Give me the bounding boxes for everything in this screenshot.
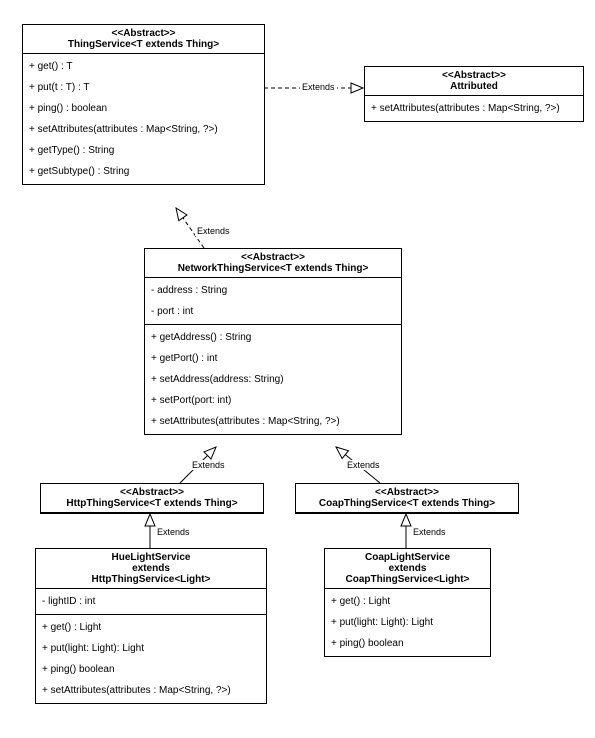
method: + put(light: Light): Light [36,638,266,659]
class-title: Attributed [450,81,498,92]
method: + getSubtype() : String [23,161,264,182]
method: + setAttributes(attributes : Map<String,… [23,119,264,140]
class-title: HueLightService [112,552,191,563]
method: + setAttributes(attributes : Map<String,… [365,98,583,119]
stereotype: <<Abstract>> [375,487,439,498]
method: + setAddress(address: String) [145,369,401,390]
method: + get() : Light [325,591,490,612]
extends-label: Extends [190,460,227,470]
extends-label: Extends [195,226,232,236]
attribute: - port : int [145,301,401,322]
method: + put(light: Light): Light [325,612,490,633]
extends-label: Extends [155,527,192,537]
attribute: - lightID : int [36,591,266,612]
method: + getType() : String [23,140,264,161]
stereotype: <<Abstract>> [112,28,176,39]
attribute: - address : String [145,280,401,301]
method: + ping() boolean [325,633,490,654]
class-thing-service: <<Abstract>>ThingService<T extends Thing… [22,24,265,185]
method: + setPort(port: int) [145,390,401,411]
stereotype: <<Abstract>> [120,487,184,498]
class-hue-light-service: HueLightServiceextendsHttpThingService<L… [35,548,267,704]
method: + get() : T [23,56,264,77]
class-network-thing-service: <<Abstract>>NetworkThingService<T extend… [144,248,402,435]
extends-label: Extends [345,460,382,470]
stereotype: <<Abstract>> [442,70,506,81]
class-title: NetworkThingService<T extends Thing> [178,263,369,274]
super-class: HttpThingService<Light> [92,574,211,585]
class-http-thing-service: <<Abstract>>HttpThingService<T extends T… [40,483,264,514]
method: + getAddress() : String [145,327,401,348]
class-coap-thing-service: <<Abstract>>CoapThingService<T extends T… [295,483,519,514]
method: + put(t : T) : T [23,77,264,98]
extends-label: Extends [411,527,448,537]
class-title: ThingService<T extends Thing> [68,39,219,50]
extends-label: extends [132,563,170,574]
class-title: CoapThingService<T extends Thing> [319,498,495,509]
method: + ping() boolean [36,659,266,680]
method: + ping() : boolean [23,98,264,119]
extends-label: extends [389,563,427,574]
class-attributed: <<Abstract>>Attributed + setAttributes(a… [364,66,584,122]
method: + setAttributes(attributes : Map<String,… [36,680,266,701]
class-title: CoapLightService [365,552,450,563]
stereotype: <<Abstract>> [241,252,305,263]
method: + get() : Light [36,617,266,638]
method: + getPort() : int [145,348,401,369]
super-class: CoapThingService<Light> [346,574,470,585]
class-coap-light-service: CoapLightServiceextendsCoapThingService<… [324,548,491,657]
class-title: HttpThingService<T extends Thing> [66,498,237,509]
extends-label: Extends [300,82,337,92]
method: + setAttributes(attributes : Map<String,… [145,411,401,432]
